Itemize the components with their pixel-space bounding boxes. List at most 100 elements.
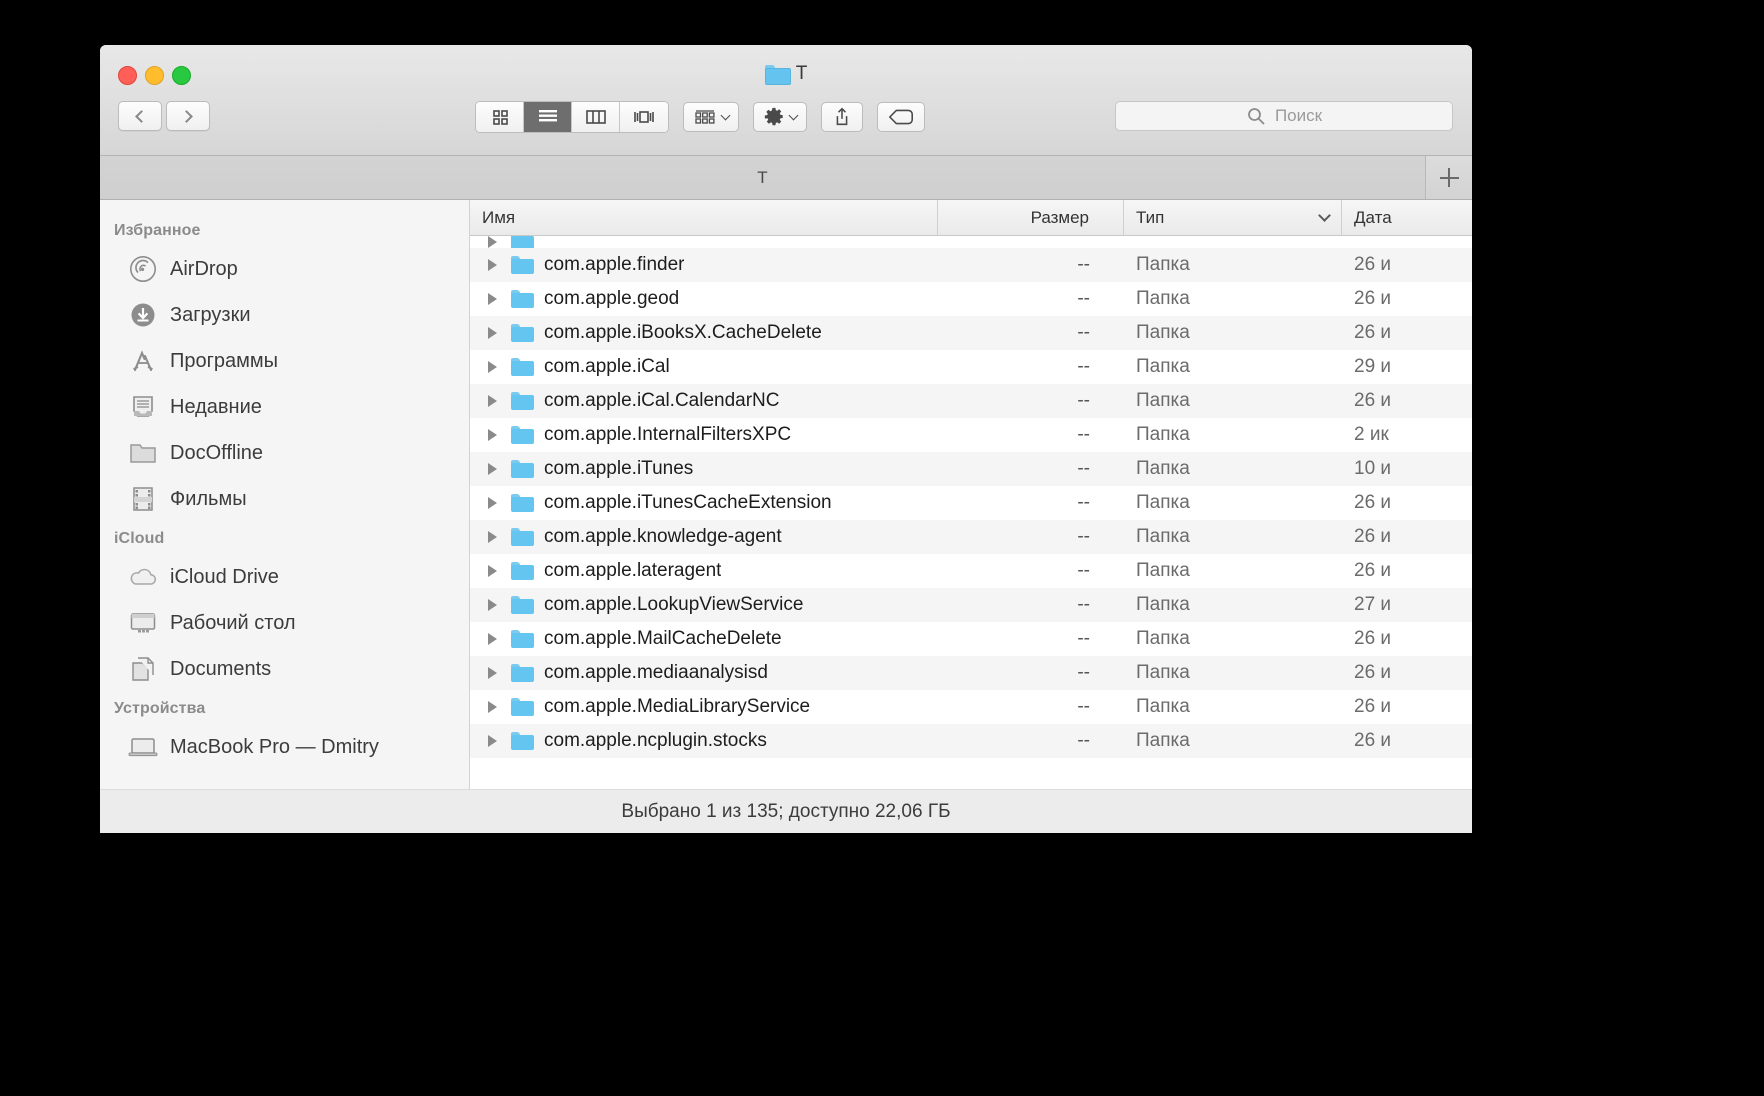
file-list: Имя Размер Тип Дата com.apple.finder -- … bbox=[470, 200, 1472, 833]
search-input[interactable]: Поиск bbox=[1275, 106, 1322, 126]
sidebar-item-docoffline[interactable]: DocOffline bbox=[100, 430, 469, 476]
icon-view-button[interactable] bbox=[476, 102, 524, 132]
file-date: 27 и bbox=[1354, 594, 1392, 615]
disclosure-triangle-icon[interactable] bbox=[488, 531, 497, 543]
window-title: T bbox=[100, 63, 1472, 85]
disclosure-triangle-icon[interactable] bbox=[488, 735, 497, 747]
column-header-date[interactable]: Дата bbox=[1342, 200, 1472, 235]
table-row[interactable]: com.apple.mediaanalysisd -- Папка 26 и bbox=[470, 656, 1472, 690]
file-name: com.apple.finder bbox=[544, 254, 685, 275]
column-header-type[interactable]: Тип bbox=[1124, 200, 1342, 235]
movies-icon bbox=[128, 484, 158, 514]
sidebar-item-macbook-pro[interactable]: MacBook Pro — Dmitry bbox=[100, 724, 469, 770]
folder-icon bbox=[511, 236, 534, 248]
sidebar-item-label: AirDrop bbox=[170, 257, 238, 280]
table-row[interactable]: com.apple.MailCacheDelete -- Папка 26 и bbox=[470, 622, 1472, 656]
new-tab-button[interactable] bbox=[1426, 156, 1472, 199]
column-header-size[interactable]: Размер bbox=[938, 200, 1124, 235]
list-view-button[interactable] bbox=[524, 102, 572, 132]
table-row[interactable]: com.apple.iBooksX.CacheDelete -- Папка 2… bbox=[470, 316, 1472, 350]
disclosure-triangle-icon[interactable] bbox=[488, 259, 497, 271]
coverflow-view-button[interactable] bbox=[620, 102, 668, 132]
disclosure-triangle-icon[interactable] bbox=[488, 701, 497, 713]
tab-t[interactable]: T bbox=[100, 156, 1426, 199]
table-row[interactable]: com.apple.lateragent -- Папка 26 и bbox=[470, 554, 1472, 588]
column-header-date-label: Дата bbox=[1354, 207, 1392, 227]
file-name: com.apple.geod bbox=[544, 288, 680, 309]
file-type: Папка bbox=[1136, 390, 1190, 411]
table-row[interactable]: com.apple.knowledge-agent -- Папка 26 и bbox=[470, 520, 1472, 554]
table-row[interactable]: com.apple.iCal -- Папка 29 и bbox=[470, 350, 1472, 384]
file-name: com.apple.iTunes bbox=[544, 458, 694, 479]
file-type: Папка bbox=[1136, 594, 1190, 615]
disclosure-triangle-icon[interactable] bbox=[488, 293, 497, 305]
file-type: Папка bbox=[1136, 424, 1190, 445]
table-row[interactable]: com.apple.finder -- Папка 26 и bbox=[470, 248, 1472, 282]
chevron-down-icon bbox=[788, 110, 799, 121]
tab-label: T bbox=[757, 167, 768, 187]
disclosure-triangle-icon[interactable] bbox=[488, 667, 497, 679]
arrange-button[interactable] bbox=[683, 102, 739, 132]
gear-icon bbox=[764, 107, 783, 126]
column-header-name[interactable]: Имя bbox=[470, 200, 938, 235]
table-row[interactable]: com.apple.InternalFiltersXPC -- Папка 2 … bbox=[470, 418, 1472, 452]
search-field[interactable]: Поиск bbox=[1115, 101, 1453, 131]
file-date: 26 и bbox=[1354, 696, 1392, 717]
tags-button[interactable] bbox=[877, 102, 925, 132]
disclosure-triangle-icon[interactable] bbox=[488, 497, 497, 509]
close-button[interactable] bbox=[118, 66, 137, 85]
sidebar-item-recents[interactable]: Недавние bbox=[100, 384, 469, 430]
table-row[interactable]: com.apple.iTunes -- Папка 10 и bbox=[470, 452, 1472, 486]
sidebar-item-icloud-drive[interactable]: iCloud Drive bbox=[100, 554, 469, 600]
applications-icon bbox=[128, 346, 158, 376]
folder-icon bbox=[511, 256, 534, 274]
table-row[interactable]: com.apple.LookupViewService -- Папка 27 … bbox=[470, 588, 1472, 622]
disclosure-triangle-icon[interactable] bbox=[488, 429, 497, 441]
table-row[interactable]: com.apple.geod -- Папка 26 и bbox=[470, 282, 1472, 316]
sidebar-item-desktop[interactable]: Рабочий стол bbox=[100, 600, 469, 646]
disclosure-triangle-icon[interactable] bbox=[488, 361, 497, 373]
sidebar-item-movies[interactable]: Фильмы bbox=[100, 476, 469, 522]
table-row-partial[interactable] bbox=[470, 236, 1472, 248]
file-size: -- bbox=[1077, 322, 1090, 343]
disclosure-triangle-icon[interactable] bbox=[488, 633, 497, 645]
file-name: com.apple.knowledge-agent bbox=[544, 526, 782, 547]
sidebar-item-downloads[interactable]: Загрузки bbox=[100, 292, 469, 338]
minimize-button[interactable] bbox=[145, 66, 164, 85]
folder-icon bbox=[511, 528, 534, 546]
table-row[interactable]: com.apple.ncplugin.stocks -- Папка 26 и bbox=[470, 724, 1472, 758]
folder-icon bbox=[511, 460, 534, 478]
file-name: com.apple.LookupViewService bbox=[544, 594, 804, 615]
disclosure-triangle-icon[interactable] bbox=[488, 599, 497, 611]
column-view-button[interactable] bbox=[572, 102, 620, 132]
folder-icon bbox=[511, 698, 534, 716]
disclosure-triangle-icon[interactable] bbox=[488, 327, 497, 339]
zoom-button[interactable] bbox=[172, 66, 191, 85]
forward-button[interactable] bbox=[166, 101, 210, 131]
disclosure-triangle-icon[interactable] bbox=[488, 236, 497, 248]
action-menu-button[interactable] bbox=[753, 102, 807, 132]
file-name-cell: com.apple.iTunesCacheExtension bbox=[470, 492, 938, 514]
folder-icon bbox=[511, 358, 534, 376]
file-size: -- bbox=[1077, 390, 1090, 411]
disclosure-triangle-icon[interactable] bbox=[488, 463, 497, 475]
share-button[interactable] bbox=[821, 102, 863, 132]
file-date: 26 и bbox=[1354, 322, 1392, 343]
table-row[interactable]: com.apple.MediaLibraryService -- Папка 2… bbox=[470, 690, 1472, 724]
file-name: com.apple.ncplugin.stocks bbox=[544, 730, 767, 751]
file-name: com.apple.lateragent bbox=[544, 560, 722, 581]
folder-icon bbox=[511, 664, 534, 682]
file-type: Папка bbox=[1136, 492, 1190, 513]
file-name: com.apple.InternalFiltersXPC bbox=[544, 424, 792, 445]
sidebar-item-documents[interactable]: Documents bbox=[100, 646, 469, 692]
back-button[interactable] bbox=[118, 101, 162, 131]
disclosure-triangle-icon[interactable] bbox=[488, 565, 497, 577]
disclosure-triangle-icon[interactable] bbox=[488, 395, 497, 407]
file-type: Папка bbox=[1136, 696, 1190, 717]
sidebar-item-label: iCloud Drive bbox=[170, 565, 279, 588]
table-row[interactable]: com.apple.iTunesCacheExtension -- Папка … bbox=[470, 486, 1472, 520]
table-row[interactable]: com.apple.iCal.CalendarNC -- Папка 26 и bbox=[470, 384, 1472, 418]
sidebar-item-airdrop[interactable]: AirDrop bbox=[100, 246, 469, 292]
file-size: -- bbox=[1077, 254, 1090, 275]
sidebar-item-applications[interactable]: Программы bbox=[100, 338, 469, 384]
